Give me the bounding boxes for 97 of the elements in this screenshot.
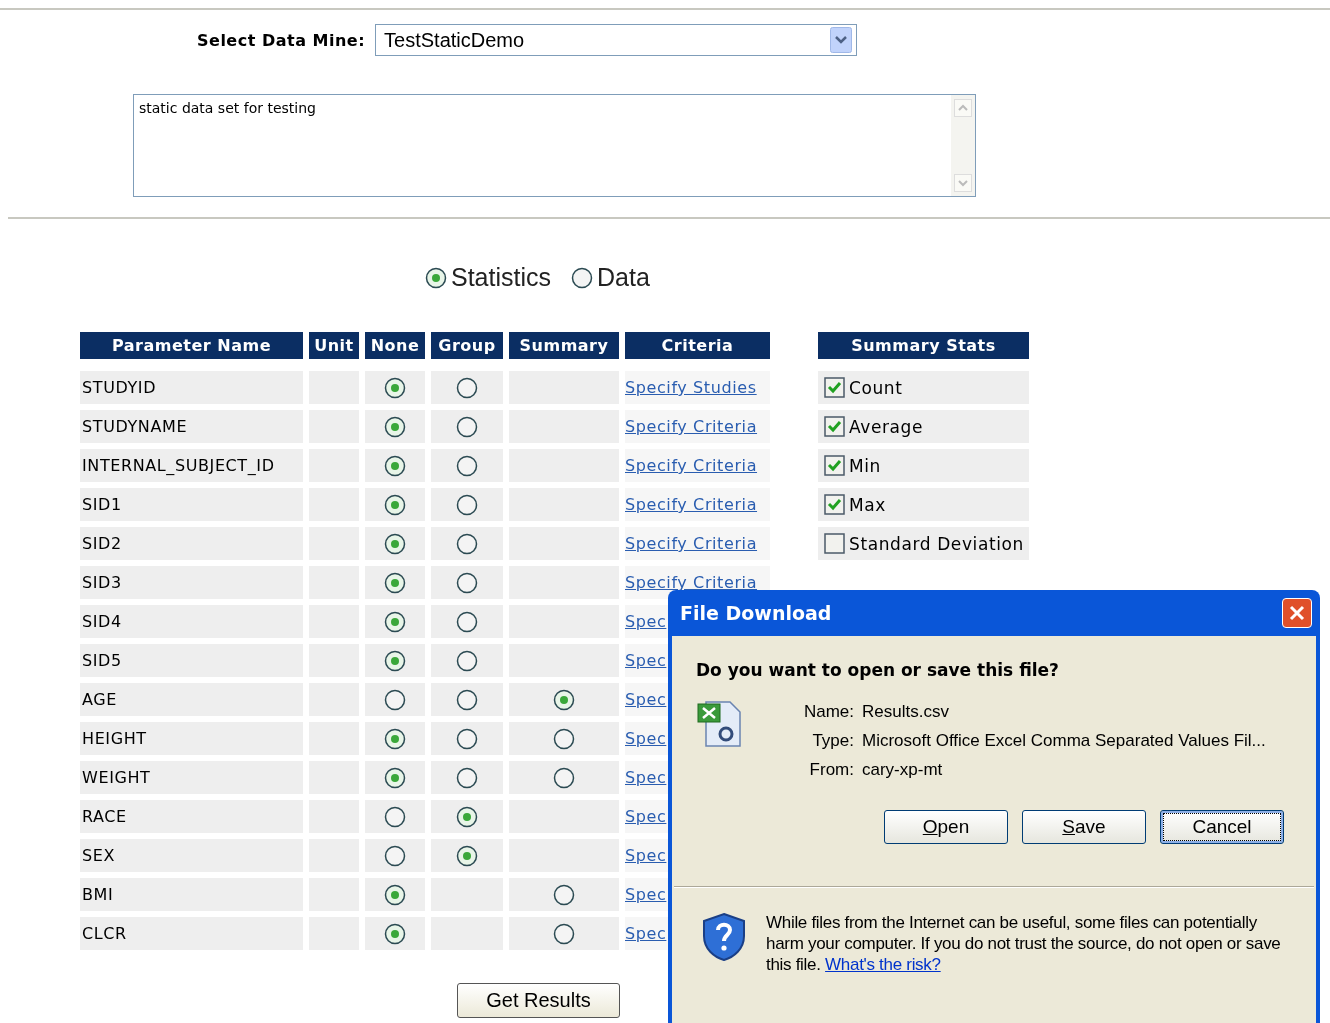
- get-results-button[interactable]: Get Results: [457, 983, 620, 1018]
- column-header: Summary: [509, 332, 619, 359]
- option-radio[interactable]: [456, 649, 478, 672]
- criteria-link[interactable]: Spec: [625, 924, 667, 943]
- option-radio[interactable]: [456, 493, 478, 516]
- mode-radio[interactable]: [425, 266, 447, 289]
- option-radio[interactable]: [553, 727, 575, 750]
- column-header: Group: [431, 332, 503, 359]
- option-radio[interactable]: [553, 883, 575, 906]
- option-radio[interactable]: [456, 727, 478, 750]
- parameter-name: STUDYNAME: [80, 410, 303, 443]
- option-radio[interactable]: [553, 922, 575, 945]
- summary-stats-header: Summary Stats: [818, 332, 1029, 359]
- option-radio[interactable]: [384, 415, 406, 438]
- option-radio[interactable]: [456, 571, 478, 594]
- select-label: Select Data Mine:: [197, 30, 366, 50]
- option-radio[interactable]: [456, 805, 478, 828]
- option-radio[interactable]: [456, 454, 478, 477]
- stat-label: Count: [849, 377, 903, 398]
- option-radio[interactable]: [384, 571, 406, 594]
- parameter-name: SEX: [80, 839, 303, 872]
- option-radio[interactable]: [384, 649, 406, 672]
- mode-label: Statistics: [451, 263, 552, 292]
- dialog-button[interactable]: Open: [884, 810, 1008, 844]
- field-value: Results.csv: [862, 702, 950, 722]
- parameter-name: AGE: [80, 683, 303, 716]
- criteria-link[interactable]: Spec: [625, 885, 667, 904]
- option-radio[interactable]: [384, 688, 406, 711]
- mode-radio[interactable]: [571, 266, 594, 289]
- criteria-link[interactable]: Spec: [625, 651, 667, 670]
- option-radio[interactable]: [384, 532, 406, 555]
- column-header: Unit: [309, 332, 359, 359]
- option-radio[interactable]: [456, 688, 478, 711]
- stat-label: Average: [849, 416, 923, 437]
- stat-checkbox[interactable]: [824, 455, 845, 476]
- shield-help-icon: [702, 912, 746, 962]
- field-label: Type:: [811, 731, 854, 751]
- option-radio[interactable]: [456, 532, 478, 555]
- column-header: Parameter Name: [80, 332, 303, 359]
- close-button[interactable]: [1282, 598, 1312, 628]
- dialog-button[interactable]: Cancel: [1160, 810, 1284, 844]
- option-radio[interactable]: [384, 766, 406, 789]
- stat-checkbox[interactable]: [824, 377, 845, 398]
- criteria-link[interactable]: Spec: [625, 768, 667, 787]
- option-radio[interactable]: [384, 493, 406, 516]
- parameter-name: SID5: [80, 644, 303, 677]
- option-radio[interactable]: [384, 883, 406, 906]
- option-radio[interactable]: [384, 610, 406, 633]
- stat-label: Max: [849, 494, 886, 515]
- field-value: Microsoft Office Excel Comma Separated Values Fil...: [862, 731, 1266, 751]
- parameter-name: HEIGHT: [80, 722, 303, 755]
- option-radio[interactable]: [553, 688, 575, 711]
- risk-link[interactable]: What's the risk?: [825, 955, 941, 974]
- parameter-name: SID3: [80, 566, 303, 599]
- stat-label: Standard Deviation: [849, 533, 1024, 554]
- dialog-question: Do you want to open or save this file?: [695, 659, 1060, 680]
- option-radio[interactable]: [384, 454, 406, 477]
- option-radio[interactable]: [456, 610, 478, 633]
- mode-label: Data: [597, 263, 650, 292]
- stat-checkbox[interactable]: [824, 533, 845, 554]
- column-header: Criteria: [625, 332, 770, 359]
- option-radio[interactable]: [384, 922, 406, 945]
- parameter-name: CLCR: [80, 917, 303, 950]
- dialog-title: File Download: [680, 602, 832, 624]
- field-label: From:: [808, 760, 854, 780]
- parameter-name: STUDYID: [80, 371, 303, 404]
- stat-checkbox[interactable]: [824, 416, 845, 437]
- option-radio[interactable]: [456, 415, 478, 438]
- criteria-link[interactable]: Spec: [625, 807, 667, 826]
- dialog-button[interactable]: Save: [1022, 810, 1146, 844]
- column-header: None: [365, 332, 425, 359]
- option-radio[interactable]: [384, 727, 406, 750]
- parameter-name: RACE: [80, 800, 303, 833]
- option-radio[interactable]: [456, 844, 478, 867]
- option-radio[interactable]: [384, 844, 406, 867]
- criteria-link[interactable]: Spec: [625, 729, 667, 748]
- stat-label: Min: [849, 455, 881, 476]
- criteria-link[interactable]: Spec: [625, 690, 667, 709]
- close-icon: [1288, 604, 1306, 622]
- option-radio[interactable]: [456, 376, 478, 399]
- warning-text: While files from the Internet can be useful, some files can potentially harm your computer. If you do not trust the source, do not open or save this file. What's the risk?: [766, 912, 1282, 975]
- parameter-name: SID4: [80, 605, 303, 638]
- parameter-name: SID1: [80, 488, 303, 521]
- field-value: cary-xp-mt: [862, 760, 944, 780]
- option-radio[interactable]: [553, 766, 575, 789]
- option-radio[interactable]: [384, 376, 406, 399]
- data-mine-select[interactable]: TestStaticDemo: [375, 24, 858, 56]
- parameter-name: SID2: [80, 527, 303, 560]
- option-radio[interactable]: [384, 805, 406, 828]
- parameter-name: WEIGHT: [80, 761, 303, 794]
- stat-checkbox[interactable]: [824, 494, 845, 515]
- parameter-name: BMI: [80, 878, 303, 911]
- parameter-name: INTERNAL_SUBJECT_ID: [80, 449, 303, 482]
- criteria-link[interactable]: Spec: [625, 846, 667, 865]
- field-label: Name:: [802, 702, 854, 722]
- criteria-link[interactable]: Spec: [625, 612, 667, 631]
- option-radio[interactable]: [456, 766, 478, 789]
